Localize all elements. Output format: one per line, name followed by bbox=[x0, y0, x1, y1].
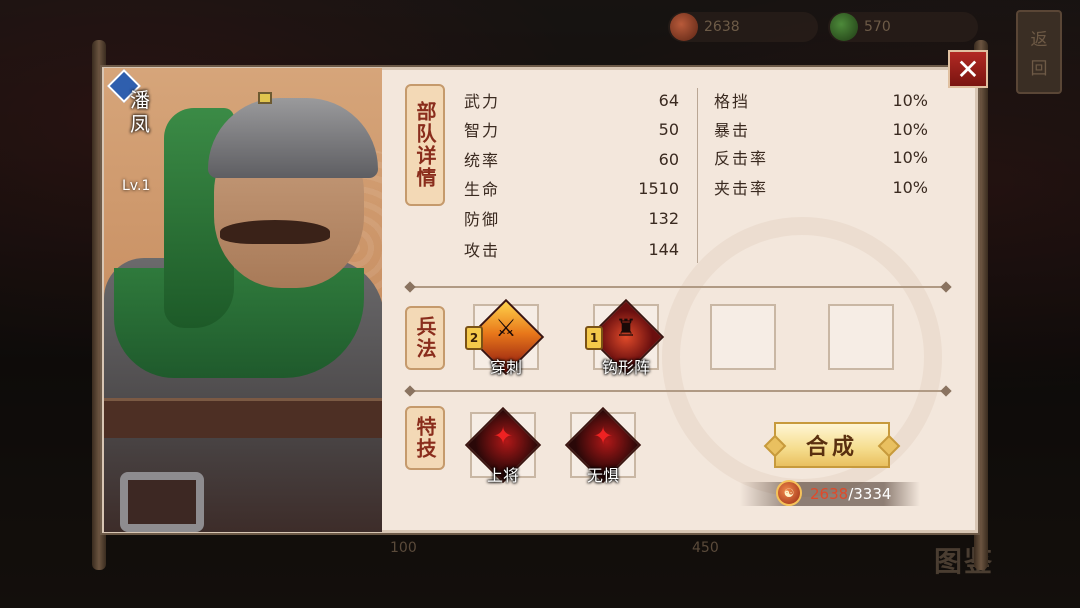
fragment-have: 2638 bbox=[810, 485, 849, 503]
back-label-1: 返 bbox=[1030, 30, 1048, 50]
jade-coin-icon bbox=[830, 13, 858, 41]
tactic-slot[interactable]: ⚔ 2 穿刺 bbox=[465, 298, 545, 377]
section-tag-troops: 部队详情 bbox=[405, 84, 445, 206]
stats-column-divider bbox=[697, 88, 698, 263]
stat-row: 反击率 10% bbox=[714, 146, 928, 169]
stat-value: 50 bbox=[658, 119, 679, 139]
stat-value: 132 bbox=[648, 208, 679, 228]
skill-name: 上将 bbox=[486, 466, 519, 485]
general-glyph: ✦ bbox=[492, 422, 514, 450]
back-button[interactable]: 返 回 bbox=[1016, 10, 1062, 94]
skill-slot[interactable]: ✦ 无惧 bbox=[564, 406, 642, 485]
stat-value: 10% bbox=[892, 147, 928, 167]
belt-buckle bbox=[120, 472, 204, 532]
section-divider-1 bbox=[410, 286, 946, 288]
stat-label: 格挡 bbox=[714, 92, 751, 111]
skill-slot[interactable]: ✦ 上将 bbox=[464, 406, 542, 485]
section-divider-2 bbox=[410, 390, 946, 392]
stat-label: 反击率 bbox=[714, 149, 769, 168]
stat-value: 1510 bbox=[638, 178, 679, 198]
skill-name: 无惧 bbox=[586, 466, 619, 485]
currency-pill-copper: 2638 bbox=[668, 12, 818, 42]
hero-mustache bbox=[220, 220, 330, 244]
jade-amount: 570 bbox=[864, 19, 891, 35]
section-tag-skills: 特技 bbox=[405, 406, 445, 470]
tactic-level-badge: 2 bbox=[465, 326, 483, 350]
fragment-coin-icon: ☯ bbox=[776, 480, 802, 506]
section-tag-skills-text: 特技 bbox=[413, 416, 437, 460]
helmet-gem-icon bbox=[258, 92, 272, 104]
stat-value: 60 bbox=[658, 149, 679, 169]
tactic-name: 钩形阵 bbox=[601, 358, 650, 377]
background-count-right: 450 bbox=[692, 540, 719, 556]
stat-row: 武力 64 bbox=[464, 89, 679, 112]
fragment-progress: ☯ 2638 /3334 bbox=[740, 480, 920, 506]
tactic-slot[interactable]: ♜ 1 钩形阵 bbox=[585, 298, 665, 377]
stat-row: 生命 1510 bbox=[464, 177, 679, 200]
synthesize-button[interactable]: 合成 bbox=[774, 422, 890, 468]
hero-helmet bbox=[208, 98, 378, 178]
stat-label: 攻击 bbox=[464, 241, 501, 260]
close-button[interactable]: ✕ bbox=[948, 50, 988, 88]
currency-pill-jade: 570 bbox=[828, 12, 978, 42]
background-count-left: 100 bbox=[390, 540, 417, 556]
tactic-level-badge: 1 bbox=[585, 326, 603, 350]
slot-frame bbox=[828, 304, 894, 370]
stat-row: 智力 50 bbox=[464, 118, 679, 141]
stat-value: 144 bbox=[648, 239, 679, 259]
slot-frame bbox=[710, 304, 776, 370]
section-tag-tactics-text: 兵法 bbox=[413, 316, 437, 360]
back-label-2: 回 bbox=[1030, 59, 1048, 79]
fearless-glyph: ✦ bbox=[592, 422, 614, 450]
stat-value: 10% bbox=[892, 90, 928, 110]
stat-label: 智力 bbox=[464, 121, 501, 140]
hero-level: Lv.1 bbox=[122, 178, 151, 194]
stat-label: 武力 bbox=[464, 92, 501, 111]
stat-value: 64 bbox=[658, 90, 679, 110]
stat-value: 10% bbox=[892, 119, 928, 139]
fragment-need: /3334 bbox=[848, 485, 892, 503]
tactic-name: 穿刺 bbox=[489, 358, 522, 377]
tactic-slot-empty[interactable] bbox=[828, 304, 894, 370]
hero-scarf bbox=[114, 268, 364, 378]
stat-row: 防御 132 bbox=[464, 207, 679, 230]
section-tag-tactics: 兵法 bbox=[405, 306, 445, 370]
section-tag-troops-text: 部队详情 bbox=[413, 101, 437, 189]
tactic-slot-empty[interactable] bbox=[710, 304, 776, 370]
stat-row: 暴击 10% bbox=[714, 118, 928, 141]
stat-row: 格挡 10% bbox=[714, 89, 928, 112]
stat-value: 10% bbox=[892, 177, 928, 197]
hero-name: 潘凤 bbox=[130, 88, 150, 136]
hero-belt bbox=[104, 398, 382, 438]
stat-row: 统率 60 bbox=[464, 148, 679, 171]
stat-label: 生命 bbox=[464, 180, 501, 199]
stat-label: 统率 bbox=[464, 151, 501, 170]
stat-label: 夹击率 bbox=[714, 179, 769, 198]
copper-coin-icon bbox=[670, 13, 698, 41]
copper-amount: 2638 bbox=[704, 19, 740, 35]
stat-row: 夹击率 10% bbox=[714, 176, 928, 199]
stat-label: 防御 bbox=[464, 210, 501, 229]
hero-portrait bbox=[104, 68, 382, 532]
stat-row: 攻击 144 bbox=[464, 238, 679, 261]
stat-label: 暴击 bbox=[714, 121, 751, 140]
